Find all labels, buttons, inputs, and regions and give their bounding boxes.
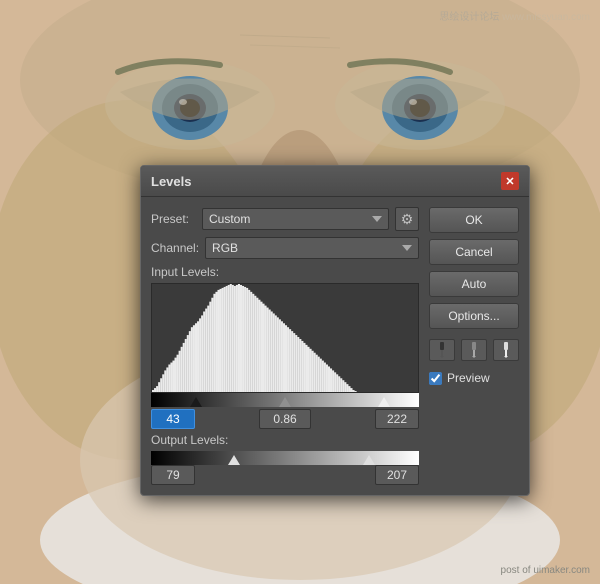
histogram-box: [151, 283, 419, 393]
input-levels-label: Input Levels:: [151, 265, 419, 279]
preview-row: Preview: [429, 371, 519, 385]
eyedropper-gray-button[interactable]: [461, 339, 487, 361]
preset-row: Preset: Custom ⚙: [151, 207, 419, 231]
gear-icon: ⚙: [401, 211, 414, 228]
preset-select[interactable]: Custom: [202, 208, 389, 230]
eyedropper-row: [429, 339, 519, 361]
watermark-text2: www.missyuan.com: [502, 12, 590, 23]
cancel-button[interactable]: Cancel: [429, 239, 519, 265]
eyedropper-gray-icon: [467, 342, 481, 358]
output-black-value[interactable]: [151, 465, 195, 485]
input-mid-value[interactable]: [259, 409, 311, 429]
eyedropper-white-button[interactable]: [493, 339, 519, 361]
histogram-section: Input Levels:: [151, 265, 419, 429]
output-section: Output Levels:: [151, 433, 419, 485]
dialog-left-panel: Preset: Custom ⚙ Channel: RGB Input Leve…: [151, 207, 419, 485]
channel-select[interactable]: RGB: [205, 237, 419, 259]
input-black-slider[interactable]: [190, 397, 202, 407]
channel-row: Channel: RGB: [151, 237, 419, 259]
output-slider-track[interactable]: [151, 451, 419, 465]
output-white-value[interactable]: [375, 465, 419, 485]
dialog-content: Preset: Custom ⚙ Channel: RGB Input Leve…: [141, 197, 529, 495]
levels-dialog: Levels ✕ Preset: Custom ⚙ Channel: RGB: [140, 165, 530, 496]
dialog-titlebar: Levels ✕: [141, 166, 529, 197]
output-values-row: [151, 465, 419, 485]
output-black-slider[interactable]: [228, 455, 240, 465]
options-button[interactable]: Options...: [429, 303, 519, 329]
input-black-value[interactable]: [151, 409, 195, 429]
output-slider-container: [151, 451, 419, 465]
preview-checkbox[interactable]: [429, 372, 442, 385]
histogram-svg: [152, 284, 418, 392]
auto-button[interactable]: Auto: [429, 271, 519, 297]
preview-label: Preview: [447, 371, 490, 385]
dialog-right-panel: OK Cancel Auto Options...: [429, 207, 519, 485]
eyedropper-black-button[interactable]: [429, 339, 455, 361]
ok-button[interactable]: OK: [429, 207, 519, 233]
input-white-slider[interactable]: [378, 397, 390, 407]
preset-label: Preset:: [151, 212, 196, 226]
input-values-row: [151, 409, 419, 429]
channel-label: Channel:: [151, 241, 199, 255]
eyedropper-black-icon: [435, 342, 449, 358]
output-levels-label: Output Levels:: [151, 433, 419, 447]
close-button[interactable]: ✕: [501, 172, 519, 190]
input-mid-slider[interactable]: [279, 397, 291, 407]
watermark: 思绘设计论坛 www.missyuan.com: [439, 8, 590, 23]
dialog-title: Levels: [151, 174, 191, 189]
gear-button[interactable]: ⚙: [395, 207, 419, 231]
output-white-slider[interactable]: [363, 455, 375, 465]
eyedropper-white-icon: [499, 342, 513, 358]
input-white-value[interactable]: [375, 409, 419, 429]
input-slider-container: [151, 393, 419, 407]
watermark-text1: 思绘设计论坛: [439, 12, 499, 23]
bottom-credit: post of uimaker.com: [501, 565, 590, 576]
